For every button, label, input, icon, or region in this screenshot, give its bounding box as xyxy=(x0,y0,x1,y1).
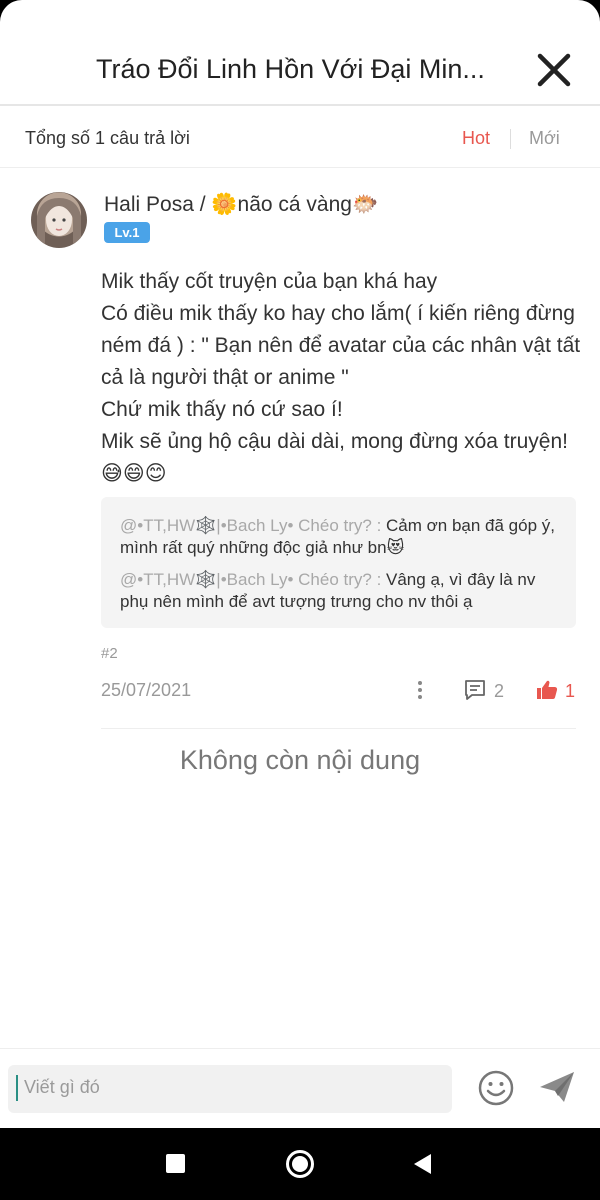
summary-bar: Tổng số 1 câu trả lời Hot Mới xyxy=(0,108,600,168)
divider xyxy=(101,728,576,729)
tab-new[interactable]: Mới xyxy=(529,128,560,149)
level-badge: Lv.1 xyxy=(104,222,150,243)
text-caret xyxy=(16,1075,18,1101)
comment-author[interactable]: Hali Posa / 🌼não cá vàng🐡 xyxy=(104,193,378,217)
reply-mention[interactable]: @•TT,HW🕸️|•Bach Ly• Chéo try? : xyxy=(120,570,386,589)
post-number: #2 xyxy=(101,645,118,662)
back-button[interactable] xyxy=(412,1152,432,1176)
reply-count: 2 xyxy=(494,681,505,701)
comment-icon xyxy=(465,680,485,700)
home-button[interactable] xyxy=(286,1150,314,1178)
input-placeholder: Viết gì đó xyxy=(24,1077,100,1097)
page-title: Tráo Đổi Linh Hồn Với Đại Min... xyxy=(96,54,485,84)
reply-box[interactable]: @•TT,HW🕸️|•Bach Ly• Chéo try? : Cảm ơn b… xyxy=(101,497,576,628)
comments-sheet: Tráo Đổi Linh Hồn Với Đại Min... Tổng số… xyxy=(0,0,600,1128)
post-date: 25/07/2021 xyxy=(101,680,192,700)
input-bar: Viết gì đó xyxy=(0,1048,600,1128)
comment-text: Mik thấy cốt truyện của bạn khá hay Có đ… xyxy=(101,270,581,485)
tab-divider xyxy=(510,129,511,149)
more-options-button[interactable] xyxy=(410,678,430,702)
system-nav-bar xyxy=(0,1128,600,1200)
like-button[interactable]: 1 xyxy=(535,678,575,704)
send-icon xyxy=(540,1072,574,1102)
thumbs-up-icon xyxy=(537,680,558,699)
answer-count: Tổng số 1 câu trả lời xyxy=(25,128,190,148)
tab-hot[interactable]: Hot xyxy=(462,128,490,149)
reply-item[interactable]: @•TT,HW🕸️|•Bach Ly• Chéo try? : Cảm ơn b… xyxy=(120,515,560,559)
close-button[interactable] xyxy=(532,48,576,92)
end-of-content-text: Không còn nội dung xyxy=(179,745,421,775)
avatar[interactable] xyxy=(31,192,87,248)
header: Tráo Đổi Linh Hồn Với Đại Min... xyxy=(0,0,600,106)
reply-item[interactable]: @•TT,HW🕸️|•Bach Ly• Chéo try? : Vâng ạ, … xyxy=(120,569,560,613)
emoji-button[interactable] xyxy=(477,1069,515,1107)
send-button[interactable] xyxy=(538,1069,576,1105)
reply-button[interactable]: 2 xyxy=(463,678,504,704)
like-count: 1 xyxy=(565,681,576,701)
more-vertical-icon xyxy=(418,681,422,699)
close-icon xyxy=(537,53,571,87)
recent-apps-button[interactable] xyxy=(166,1154,185,1173)
comment-input[interactable]: Viết gì đó xyxy=(8,1065,452,1113)
user-avatar-icon xyxy=(37,198,81,248)
back-triangle-icon xyxy=(414,1154,431,1174)
smiley-icon xyxy=(478,1070,514,1106)
reply-mention[interactable]: @•TT,HW🕸️|•Bach Ly• Chéo try? : xyxy=(120,516,386,535)
